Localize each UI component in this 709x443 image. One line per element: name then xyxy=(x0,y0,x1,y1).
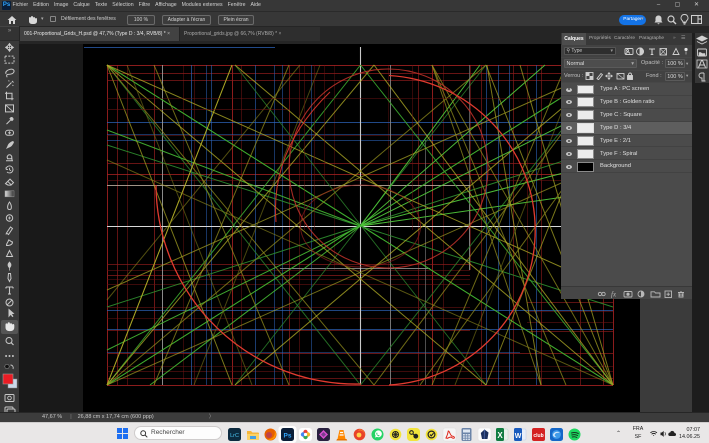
svg-text:club: club xyxy=(533,433,543,439)
svg-text:fx: fx xyxy=(611,291,617,299)
svg-text:W: W xyxy=(515,432,522,439)
svg-text:LrC: LrC xyxy=(230,433,239,439)
svg-text:Ps: Ps xyxy=(284,432,292,439)
svg-text:X: X xyxy=(498,430,504,439)
